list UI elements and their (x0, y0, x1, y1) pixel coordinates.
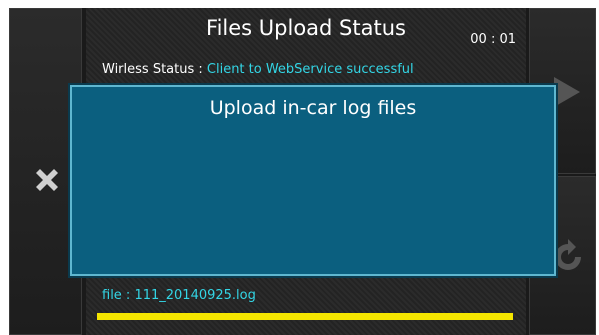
play-icon (554, 77, 580, 107)
elapsed-timer: 00 : 01 (470, 32, 516, 47)
device-screen: Files Upload Status 00 : 01 Wirless Stat… (9, 8, 596, 335)
wireless-status-value: Client to WebService successful (206, 62, 414, 77)
upload-file-name: file : 111_20140925.log (102, 288, 256, 303)
close-icon (36, 169, 58, 191)
dialog-title: Upload in-car log files (209, 97, 417, 119)
wireless-status-label: Wirless Status : (102, 62, 203, 77)
upload-progress-bar (97, 313, 513, 320)
wireless-status: Wirless Status : Client to WebService su… (102, 62, 414, 77)
upload-dialog: Upload in-car log files (70, 85, 556, 276)
page-title: Files Upload Status (206, 16, 406, 40)
upload-progress-fill (97, 313, 513, 320)
